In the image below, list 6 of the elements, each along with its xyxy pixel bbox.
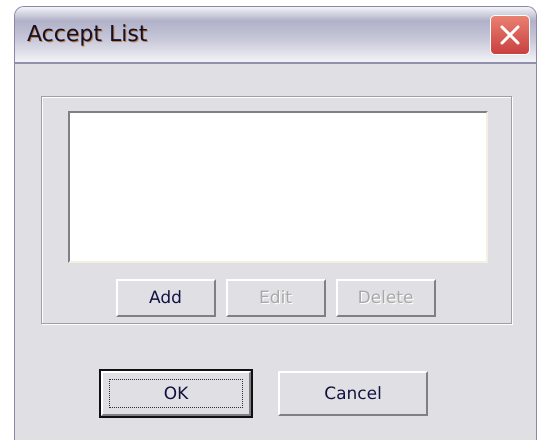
- window-title: Accept List: [27, 22, 148, 47]
- list-button[interactable]: Add: [116, 279, 216, 317]
- close-button[interactable]: [490, 14, 530, 54]
- dialog-button[interactable]: Cancel: [278, 371, 428, 416]
- dialog-button[interactable]: OK: [101, 371, 251, 416]
- close-icon: [499, 24, 521, 46]
